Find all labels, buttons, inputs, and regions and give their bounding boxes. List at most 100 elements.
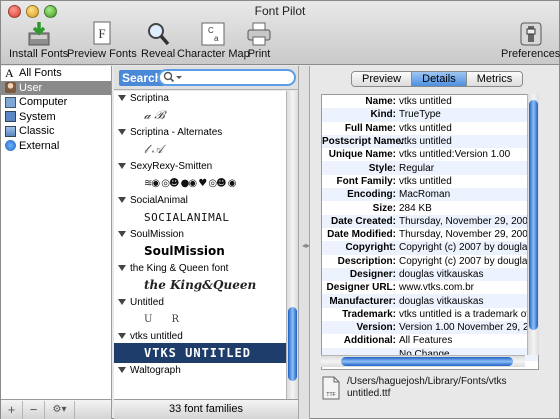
disclosure-triangle-icon[interactable] (118, 197, 126, 203)
font-family-name: Untitled (130, 296, 164, 308)
detail-label: Designer URL: (326, 282, 396, 294)
font-family-row-waltograph[interactable]: Waltograph (114, 363, 286, 377)
detail-value: Thursday, November 29, 2007 (399, 229, 534, 241)
font-sample-untitled[interactable]: U R (114, 309, 286, 329)
detail-value: Copyright (c) 2007 by douglas (399, 242, 533, 254)
print-button[interactable]: Print (245, 21, 273, 60)
source-item-all-fonts[interactable]: A All Fonts (1, 66, 111, 81)
font-family-row-king-and-queen[interactable]: the King & Queen font (114, 261, 286, 275)
globe-icon (5, 140, 16, 152)
details-vertical-scrollbar[interactable] (527, 94, 539, 355)
font-family-name: vtks untitled (130, 330, 183, 342)
pane-splitter[interactable]: ◂▸ (298, 66, 310, 419)
details-table: Name: vtks untitled Kind: TrueType Full Na… (321, 94, 539, 370)
preview-fonts-label: Preview Fonts (67, 48, 137, 60)
add-source-button[interactable]: + (1, 400, 23, 419)
disclosure-triangle-icon[interactable] (118, 367, 126, 373)
search-input[interactable] (158, 69, 296, 86)
details-vertical-scroll-thumb[interactable] (529, 100, 538, 330)
detail-row: Kind: TrueType (322, 108, 538, 122)
source-item-user[interactable]: User (1, 80, 111, 95)
disclosure-triangle-icon[interactable] (118, 265, 126, 271)
disclosure-triangle-icon[interactable] (118, 163, 126, 169)
detail-label: Postscript Name: (322, 136, 405, 148)
source-item-computer[interactable]: Computer (1, 95, 111, 110)
disclosure-triangle-icon[interactable] (118, 231, 126, 237)
detail-label: Size: (372, 202, 396, 214)
font-family-row-sexyrexy-smitten[interactable]: SexyRexy-Smitten (114, 159, 286, 173)
details-horizontal-scrollbar[interactable] (321, 355, 525, 367)
font-family-row-vtks-untitled[interactable]: vtks untitled (114, 329, 286, 343)
font-family-name: Scriptina - Alternates (130, 126, 223, 138)
detail-label: Unique Name: (328, 149, 396, 161)
font-sample-scriptina-alternates[interactable]: 𝓁 𝒜 (114, 139, 286, 159)
disclosure-triangle-icon[interactable] (118, 333, 126, 339)
svg-text:F: F (98, 26, 105, 41)
detail-label: Full Name: (344, 122, 396, 134)
file-path: /Users/haguejosh/Library/Fonts/vtks unti… (347, 376, 507, 400)
character-map-button[interactable]: C a Character Map (177, 21, 250, 60)
font-family-row-untitled[interactable]: Untitled (114, 295, 286, 309)
font-count-status: 33 font families (114, 399, 298, 419)
disclosure-triangle-icon[interactable] (118, 299, 126, 305)
font-sample-text: the King&Queen (144, 278, 257, 292)
file-path-area: TTF /Users/haguejosh/Library/Fonts/vtks … (321, 376, 551, 404)
tab-preview[interactable]: Preview (352, 72, 413, 86)
font-sample-vtks-untitled[interactable]: VTKS UNTITLED (114, 343, 286, 363)
detail-row: Postscript Name: vtks untitled (322, 134, 538, 149)
reveal-button[interactable]: Reveal (141, 21, 175, 60)
font-sample-text: U R (144, 313, 180, 325)
details-horizontal-scroll-thumb[interactable] (341, 357, 513, 366)
font-list-scrollbar[interactable] (286, 91, 298, 399)
detail-row: Version: Version 1.00 November 29, 20 (322, 321, 538, 335)
detail-label: Kind: (370, 109, 396, 121)
detail-value: vtks untitled (399, 175, 452, 187)
font-sample-soulmission[interactable]: SoulMission (114, 241, 286, 261)
detail-value: vtks untitled:Version 1.00 (399, 149, 511, 161)
font-sample-scriptina[interactable]: 𝒶 ℬ (114, 105, 286, 125)
source-list-bottom-bar: + − ⚙▾ (1, 399, 112, 419)
preferences-button[interactable]: Preferences (501, 21, 560, 60)
disclosure-triangle-icon[interactable] (118, 95, 126, 101)
detail-value: vtks untitled (399, 136, 452, 148)
source-item-system[interactable]: System (1, 110, 111, 125)
system-icon (5, 111, 16, 123)
font-list-scroll-thumb[interactable] (288, 307, 297, 381)
source-action-button[interactable]: ⚙▾ (45, 400, 75, 419)
source-item-label: External (19, 139, 60, 152)
font-family-name: SoulMission (130, 228, 184, 240)
source-item-external[interactable]: External (1, 139, 111, 154)
font-family-row-scriptina-alternates[interactable]: Scriptina - Alternates (114, 125, 286, 139)
font-sample-king-and-queen[interactable]: the King&Queen (114, 275, 286, 295)
detail-label: Additional: (343, 335, 396, 347)
file-path-line: untitled.ttf (347, 388, 391, 399)
detail-value: douglas vitkauskas (399, 269, 484, 280)
font-family-row-scriptina[interactable]: Scriptina (114, 91, 286, 105)
font-family-name: the King & Queen font (130, 262, 229, 274)
source-item-label: User (19, 81, 43, 94)
font-family-row-socialanimal[interactable]: SocialAnimal (114, 193, 286, 207)
install-fonts-icon (28, 22, 50, 46)
character-map-icon: C a (201, 22, 225, 46)
font-sample-socialanimal[interactable]: SOCIALANIMAL (114, 207, 286, 227)
detail-row: Unique Name: vtks untitled:Version 1.00 (322, 148, 538, 161)
tab-metrics[interactable]: Metrics (466, 72, 523, 86)
font-sample-sexyrexy-smitten[interactable]: ≋◉ ◎☻ ●◉ ♥ ◎☻ ◉ (114, 173, 286, 193)
remove-source-button[interactable]: − (23, 400, 45, 419)
font-family-row-soulmission[interactable]: SoulMission (114, 227, 286, 241)
font-family-name: Scriptina (130, 92, 169, 104)
detail-row: Trademark: vtks untitled is a trademark o… (322, 308, 538, 321)
install-fonts-button[interactable]: Install Fonts (9, 21, 68, 60)
print-label: Print (247, 48, 271, 60)
detail-row: Size: 284 KB (322, 201, 538, 214)
disclosure-triangle-icon[interactable] (118, 129, 126, 135)
detail-value: vtks untitled (399, 122, 452, 134)
detail-label: Encoding: (347, 189, 396, 201)
preview-fonts-button[interactable]: F Preview Fonts (67, 21, 137, 60)
preferences-label: Preferences (501, 48, 560, 60)
user-icon (5, 82, 16, 94)
tab-details[interactable]: Details (412, 72, 467, 86)
character-map-label: Character Map (177, 48, 250, 60)
detail-label: Font Family: (336, 175, 396, 187)
source-item-classic[interactable]: Classic (1, 124, 111, 139)
